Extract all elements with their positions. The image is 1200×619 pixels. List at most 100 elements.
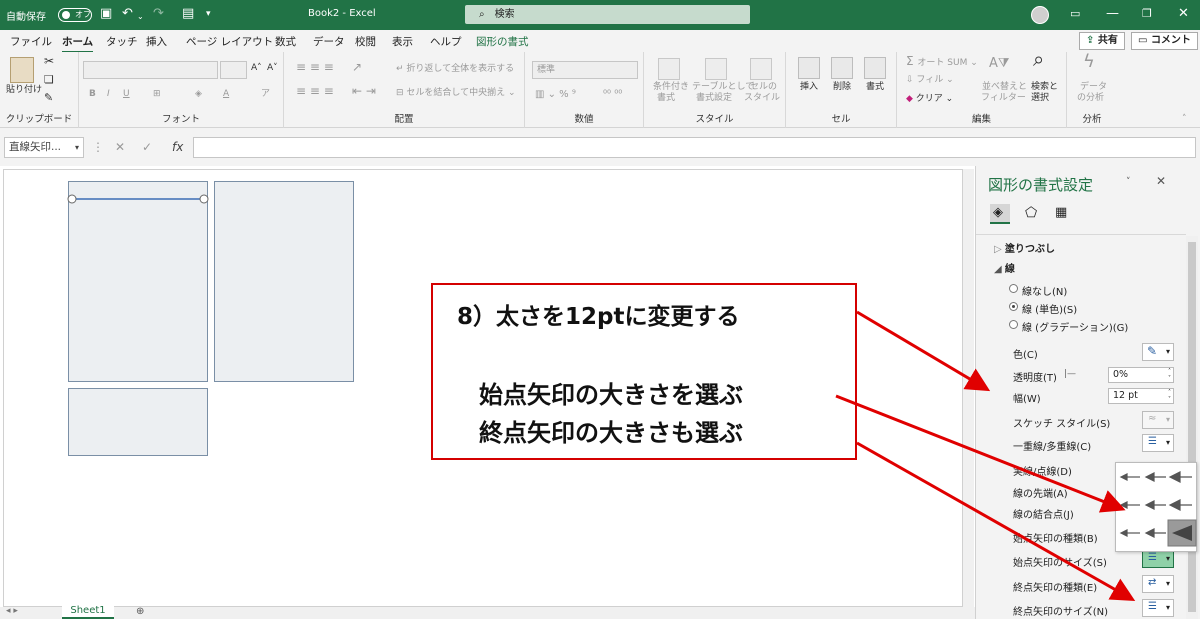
delete-cells-icon[interactable] [831, 57, 853, 79]
copy-icon[interactable]: ❏ [44, 74, 54, 85]
cancel-icon[interactable]: ✕ [115, 140, 125, 154]
share-button[interactable]: ⇪ 共有 [1079, 32, 1125, 50]
radio-button[interactable] [1009, 320, 1018, 329]
effects-tab-icon[interactable]: ⬠ [1022, 204, 1042, 224]
undo-dropdown-icon[interactable]: ⌄ [137, 9, 144, 25]
cell-style-label2[interactable]: スタイル [744, 93, 780, 104]
tab-insert[interactable]: 挿入 [146, 34, 167, 49]
decimal-icon[interactable]: ⁰⁰ ⁰⁰ [603, 89, 622, 100]
end-arrow-size-dropdown[interactable]: ☰ ▾ [1142, 599, 1174, 617]
spinner-icon[interactable]: ˄ ˅ [1168, 368, 1171, 382]
collapse-ribbon-icon[interactable]: ˄ [1182, 114, 1187, 125]
table-format-label1[interactable]: テーブルとして [692, 82, 754, 93]
format-painter-icon[interactable]: ✎ [44, 92, 53, 103]
autosum-button[interactable]: Σ オート SUM ⌄ [906, 55, 978, 69]
phonetic-icon[interactable]: ア [261, 89, 270, 100]
spinner-icon[interactable]: ˄ ˅ [1168, 389, 1171, 403]
conditional-format-icon[interactable] [658, 58, 680, 80]
transparency-slider[interactable]: |— [1064, 369, 1076, 379]
cut-icon[interactable]: ✂ [44, 55, 54, 67]
fill-line-tab-icon[interactable]: ◈ [990, 204, 1010, 224]
underline-icon[interactable]: U [123, 89, 130, 100]
font-name-box[interactable] [83, 61, 218, 79]
end-arrow-type-dropdown[interactable]: ⇄ ▾ [1142, 575, 1174, 593]
restore-icon[interactable]: ❐ [1142, 6, 1152, 22]
find-select-label2[interactable]: 選択 [1031, 93, 1049, 104]
tab-view[interactable]: 表示 [392, 34, 413, 49]
font-size-box[interactable] [220, 61, 247, 79]
rectangle-shape-2[interactable] [214, 181, 354, 382]
gradient-line-option[interactable]: 線 (グラデーション)(G) [976, 315, 1186, 335]
minimize-icon[interactable]: — [1106, 6, 1119, 22]
tab-review[interactable]: 校閲 [355, 34, 376, 49]
sort-filter-label1[interactable]: 並べ替えと [982, 82, 1027, 93]
increase-font-icon[interactable]: A˄ [251, 63, 262, 74]
align-top-icon[interactable]: ≡ ≡ ≡ [296, 61, 334, 73]
tab-page-layout[interactable]: ページ レイアウト [186, 34, 273, 49]
enter-icon[interactable]: ✓ [142, 140, 152, 154]
pane-scrollbar[interactable] [1186, 236, 1198, 619]
tab-formulas[interactable]: 数式 [275, 34, 296, 49]
analyze-data-label1[interactable]: データ [1080, 82, 1107, 93]
pane-options-icon[interactable]: ˅ [1126, 177, 1131, 187]
clear-button[interactable]: ◆ クリア ⌄ [906, 94, 953, 105]
analyze-data-icon[interactable]: ϟ [1083, 53, 1095, 71]
size-properties-tab-icon[interactable]: ▦ [1052, 204, 1072, 224]
radio-button[interactable] [1009, 284, 1018, 293]
fill-section[interactable]: ▷ 塗りつぶし [994, 240, 1055, 255]
name-box[interactable]: 直線矢印... ▾ [4, 137, 84, 158]
tab-home[interactable]: ホーム [62, 34, 94, 53]
font-color-icon[interactable]: A [223, 89, 229, 100]
width-input[interactable]: 12 pt ˄ ˅ [1108, 388, 1174, 404]
rectangle-shape-3[interactable] [68, 388, 208, 456]
arrow-size-options[interactable] [1116, 463, 1198, 553]
fill-color-icon[interactable]: ◈ [195, 89, 202, 100]
fill-button[interactable]: ⇩ フィル ⌄ [906, 75, 954, 86]
insert-cells-label[interactable]: 挿入 [800, 82, 818, 93]
sort-filter-icon[interactable]: A⧩ [989, 57, 1010, 70]
decrease-font-icon[interactable]: A˅ [267, 63, 278, 74]
delete-cells-label[interactable]: 削除 [833, 82, 851, 93]
align-left-icon[interactable]: ≡ ≡ ≡ [296, 85, 334, 97]
conditional-format-label2[interactable]: 書式 [657, 93, 675, 104]
merge-center-button[interactable]: ⊟ セルを結合して中央揃え ⌄ [396, 88, 516, 99]
rectangle-shape-1[interactable] [68, 181, 208, 382]
search-box[interactable]: ⌕ 検索 [465, 5, 750, 24]
analyze-data-label2[interactable]: の分析 [1077, 93, 1104, 104]
straight-arrow-line[interactable] [64, 193, 214, 205]
solid-line-option[interactable]: 線 (単色)(S) [976, 297, 1186, 317]
format-cells-label[interactable]: 書式 [866, 82, 884, 93]
close-icon[interactable]: ✕ [1178, 6, 1189, 22]
document-icon[interactable]: ▤ [182, 6, 194, 22]
transparency-input[interactable]: 0% ˄ ˅ [1108, 367, 1174, 383]
user-avatar[interactable] [1031, 6, 1049, 24]
sheet-scroll-left-icon[interactable]: ◂ ▸ [6, 606, 18, 616]
find-select-icon[interactable]: ⌕ [1033, 49, 1044, 69]
sketch-style-dropdown[interactable]: ≈ ▾ [1142, 411, 1174, 429]
pane-scroll-thumb[interactable] [1188, 242, 1196, 612]
format-cells-icon[interactable] [864, 57, 886, 79]
radio-button-selected[interactable] [1009, 302, 1018, 311]
tab-file[interactable]: ファイル [10, 34, 52, 49]
sheet-tab[interactable]: Sheet1 [62, 605, 114, 619]
sheet-vertical-scrollbar[interactable] [963, 169, 974, 611]
line-section[interactable]: ◢ 線 [994, 260, 1015, 275]
currency-icon[interactable]: ▥ ⌄ % ⁹ [535, 89, 576, 100]
add-sheet-icon[interactable]: ⊕ [136, 606, 144, 617]
wrap-text-button[interactable]: ↵ 折り返して全体を表示する [396, 64, 514, 75]
autosave-toggle[interactable]: オフ [58, 8, 92, 22]
comment-button[interactable]: ▭ コメント [1131, 32, 1198, 50]
compound-type-dropdown[interactable]: ☰ ▾ [1142, 434, 1174, 452]
number-format-box[interactable]: 標準 [532, 61, 638, 79]
undo-icon[interactable]: ↶ [122, 6, 133, 22]
tab-touch[interactable]: タッチ [106, 34, 138, 49]
find-select-label1[interactable]: 検索と [1031, 82, 1058, 93]
ribbon-display-icon[interactable]: ▭ [1070, 6, 1080, 22]
save-icon[interactable]: ▣ [100, 6, 112, 22]
tab-data[interactable]: データ [313, 34, 345, 49]
line-color-dropdown[interactable]: ✎ ▾ [1142, 343, 1174, 361]
no-line-option[interactable]: 線なし(N) [976, 279, 1186, 299]
cell-style-label1[interactable]: セルの [750, 82, 777, 93]
borders-icon[interactable]: ⊞ [153, 89, 161, 100]
pane-close-icon[interactable]: ✕ [1156, 174, 1166, 188]
